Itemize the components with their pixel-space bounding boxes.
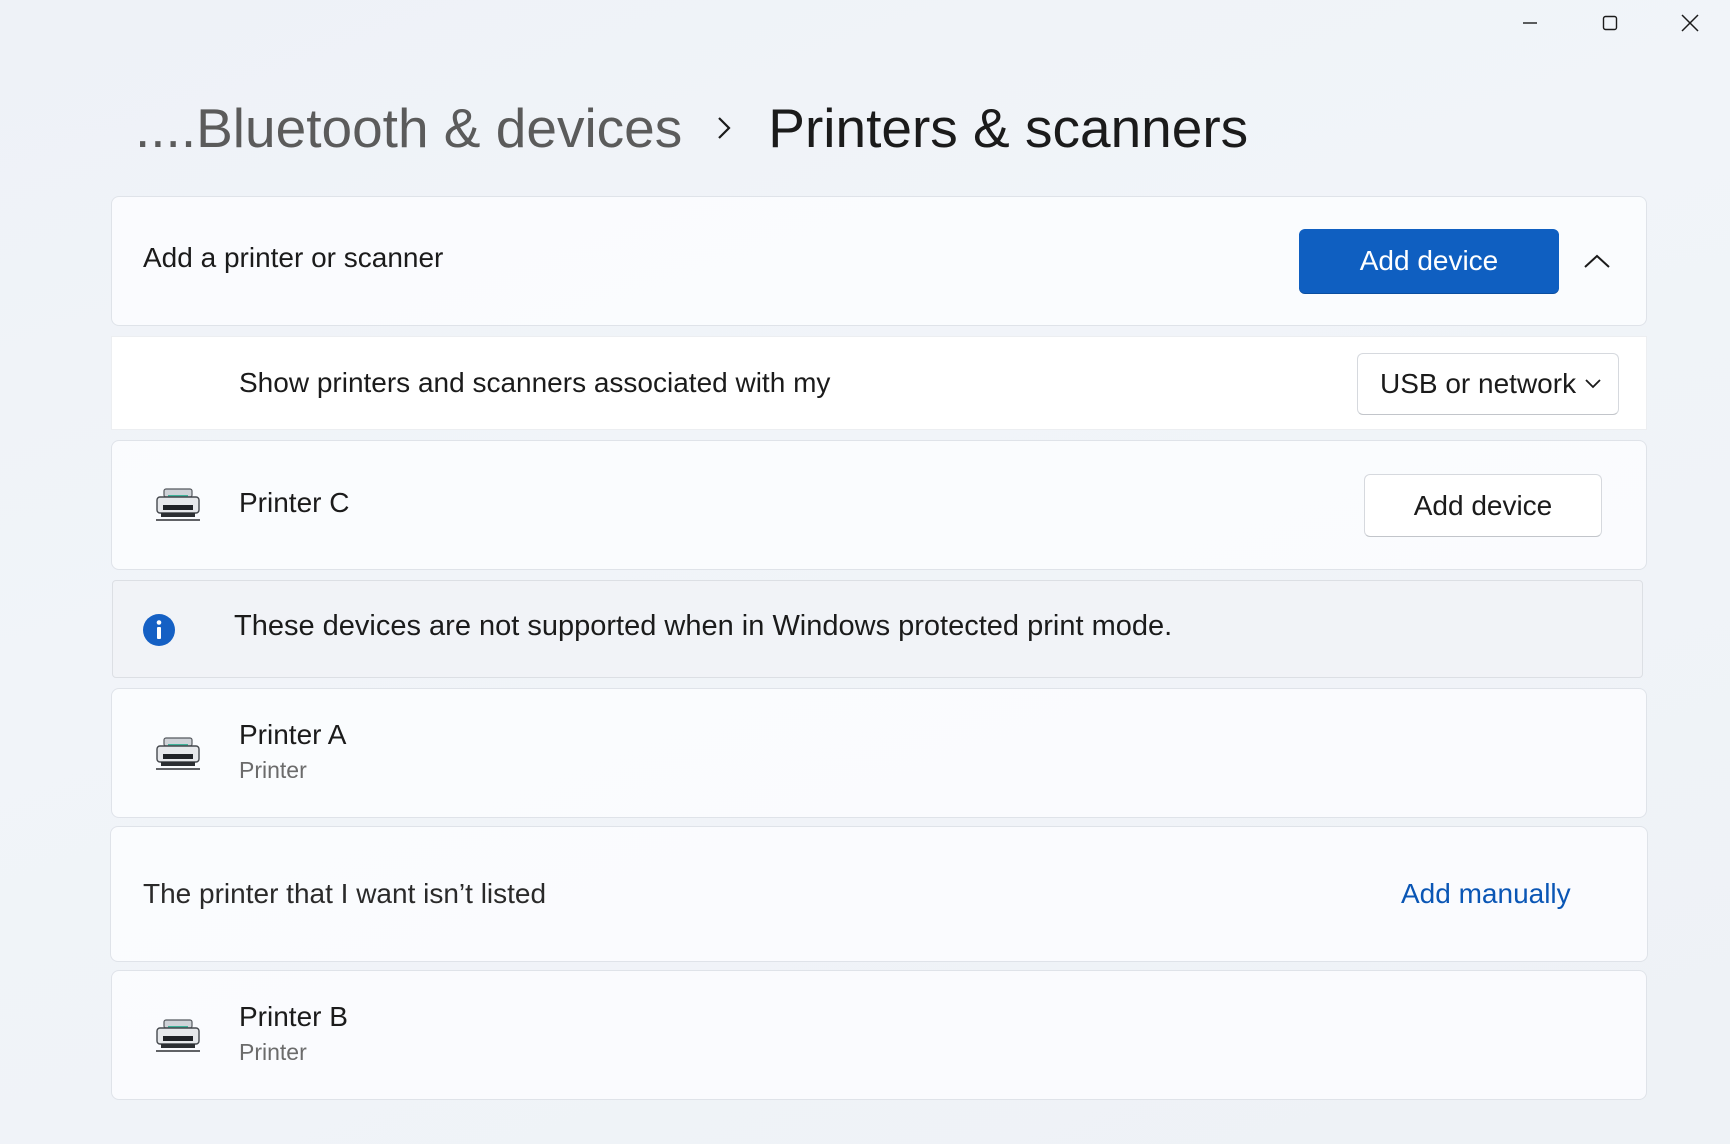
- add-device-printer-c-button[interactable]: Add device: [1364, 474, 1602, 537]
- close-button[interactable]: [1650, 0, 1730, 46]
- device-name: Printer A: [239, 719, 347, 750]
- printer-icon: [156, 1019, 200, 1052]
- connection-type-dropdown[interactable]: USB or network: [1357, 353, 1619, 415]
- printer-not-listed-row: The printer that I want isn’t listed Add…: [110, 826, 1648, 962]
- chevron-down-icon: [1584, 378, 1602, 390]
- add-manually-link[interactable]: Add manually: [1401, 878, 1571, 910]
- dropdown-selected-value: USB or network: [1380, 368, 1577, 399]
- info-icon: [143, 614, 175, 646]
- add-printer-card: Add a printer or scanner Add device: [111, 196, 1647, 326]
- chevron-up-icon: [1584, 254, 1610, 268]
- printer-icon: [156, 488, 200, 521]
- filter-row: Show printers and scanners associated wi…: [111, 336, 1647, 430]
- device-name: Printer C: [239, 487, 350, 518]
- window-controls: [1490, 0, 1730, 46]
- collapse-button[interactable]: [1572, 236, 1622, 286]
- chevron-right-icon: [716, 115, 732, 141]
- maximize-icon: [1602, 15, 1618, 31]
- device-text: Printer A Printer: [239, 719, 346, 784]
- printer-icon: [156, 737, 200, 770]
- device-text: Printer B Printer: [239, 1001, 348, 1066]
- page-title: Printers & scanners: [768, 97, 1249, 159]
- device-row[interactable]: Printer B Printer: [111, 970, 1647, 1100]
- device-name: Printer B: [239, 1001, 348, 1032]
- breadcrumb: ....Bluetooth & devices Printers & scann…: [135, 88, 1248, 168]
- info-text: These devices are not supported when in …: [234, 610, 1173, 642]
- device-type: Printer: [239, 757, 307, 783]
- device-type: Printer: [239, 1039, 307, 1065]
- not-listed-label: The printer that I want isn’t listed: [143, 878, 547, 909]
- add-printer-label: Add a printer or scanner: [143, 242, 444, 273]
- breadcrumb-parent-link[interactable]: ....Bluetooth & devices: [135, 96, 682, 160]
- minimize-icon: [1523, 22, 1537, 24]
- minimize-button[interactable]: [1490, 0, 1570, 46]
- close-icon: [1681, 14, 1699, 32]
- filter-label: Show printers and scanners associated wi…: [239, 367, 831, 398]
- device-row[interactable]: Printer A Printer: [111, 688, 1647, 818]
- info-bar: These devices are not supported when in …: [112, 580, 1643, 678]
- device-row: Printer C Add device: [111, 440, 1647, 570]
- add-device-button[interactable]: Add device: [1299, 229, 1559, 293]
- maximize-button[interactable]: [1570, 0, 1650, 46]
